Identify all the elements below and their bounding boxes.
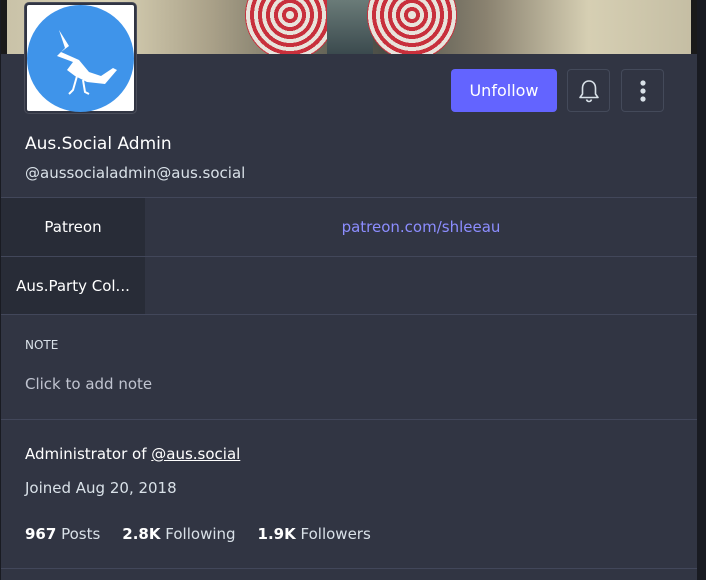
admin-prefix: Administrator of: [25, 445, 152, 463]
bird-logo-svg: [56, 30, 117, 95]
account-handle: @aussocialadmin@aus.social: [25, 164, 246, 182]
bottom-divider: [1, 568, 697, 569]
account-panel: Unfollow Aus.Social Admin @aussocialadmi…: [1, 0, 697, 580]
more-options-button[interactable]: [621, 69, 664, 112]
banner-swirl-right: [367, 0, 457, 54]
profile-field-row: Patreon patreon.com/shleeau: [1, 197, 697, 256]
following-count-value: 2.8K: [122, 525, 161, 543]
field-name: Aus.Party Col...: [1, 257, 145, 314]
posts-count[interactable]: 967 Posts: [25, 525, 100, 543]
note-input[interactable]: Click to add note: [25, 375, 152, 393]
notify-bell-button[interactable]: [567, 69, 610, 112]
posts-count-label: Posts: [61, 525, 101, 543]
followers-count[interactable]: 1.9K Followers: [258, 525, 371, 543]
followers-count-value: 1.9K: [257, 525, 296, 543]
joined-date: Joined Aug 20, 2018: [25, 479, 177, 497]
unfollow-button[interactable]: Unfollow: [451, 69, 557, 112]
vertical-ellipsis-icon: [639, 79, 646, 102]
admin-instance-link[interactable]: @aus.social: [151, 445, 240, 463]
banner-swirl-left: [245, 0, 335, 54]
section-divider: [1, 419, 697, 420]
bell-icon: [578, 79, 599, 102]
following-count[interactable]: 2.8K Following: [122, 525, 235, 543]
field-value-link[interactable]: patreon.com/shleeau: [145, 198, 697, 256]
admin-line: Administrator of @aus.social: [25, 445, 240, 463]
account-counts: 967 Posts 2.8K Following 1.9K Followers: [25, 525, 371, 543]
followers-count-label: Followers: [300, 525, 371, 543]
note-label: NOTE: [25, 338, 59, 352]
posts-count-value: 967: [25, 525, 57, 543]
field-value: [145, 257, 697, 314]
bird-logo-icon: [27, 4, 134, 112]
profile-fields: Patreon patreon.com/shleeau Aus.Party Co…: [1, 197, 697, 315]
field-name: Patreon: [1, 198, 145, 256]
following-count-label: Following: [165, 525, 236, 543]
profile-field-row: Aus.Party Col...: [1, 256, 697, 315]
avatar[interactable]: [25, 3, 136, 113]
display-name: Aus.Social Admin: [25, 134, 172, 154]
banner-face: [327, 0, 373, 54]
